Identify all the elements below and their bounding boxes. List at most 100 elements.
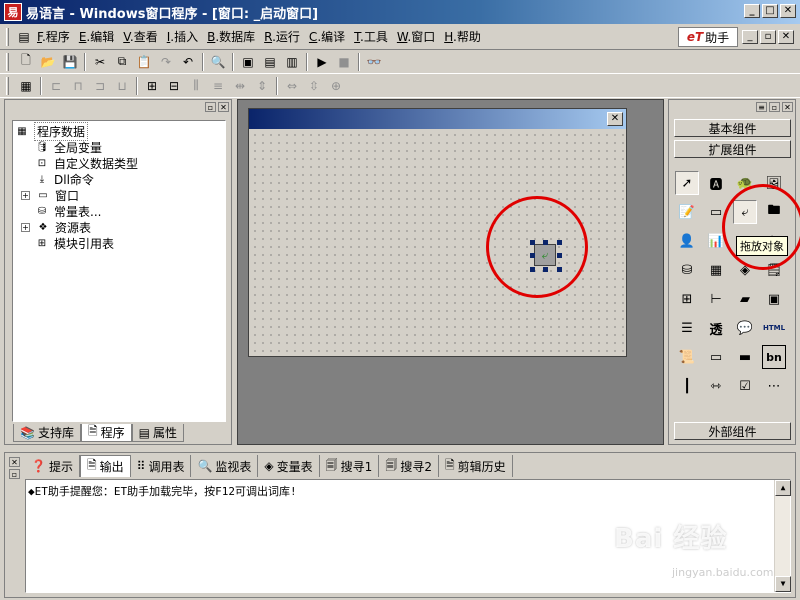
palette-close-icon[interactable]: ✕	[782, 102, 793, 112]
align-bottom-icon[interactable]: ⊔	[111, 76, 133, 96]
center-vertical-icon[interactable]: ⊟	[163, 76, 185, 96]
vertical-scrollbar[interactable]: ▲ ▼	[774, 480, 791, 592]
tree-root[interactable]: ▦ 程序数据	[15, 121, 225, 141]
speech-bubble-icon[interactable]: 💬	[733, 316, 757, 340]
tab-variables[interactable]: ◈ 变量表	[258, 455, 320, 477]
resize-height-icon[interactable]: ⇳	[303, 76, 325, 96]
paste-icon[interactable]: 📋	[133, 52, 155, 72]
tree-item[interactable]: ⤓ Dll命令	[15, 171, 225, 187]
form-title-bar[interactable]: ✕	[249, 109, 626, 129]
tree-item[interactable]: 🛢 全局变量	[15, 139, 225, 155]
database-link-icon[interactable]: ⛁	[675, 258, 699, 282]
menu-item[interactable]: I.插入	[163, 28, 202, 45]
transparent-label-icon[interactable]: 透	[704, 316, 728, 340]
panel-close-icon[interactable]: ✕	[218, 102, 229, 112]
status-icon[interactable]: ▬	[733, 345, 757, 369]
resize-width-icon[interactable]: ⇔	[281, 76, 303, 96]
menu-item[interactable]: V.查看	[119, 28, 162, 45]
label-icon[interactable]: 🅰	[704, 171, 728, 195]
form-icon[interactable]: ▦	[15, 76, 37, 96]
save-icon[interactable]: 💾	[59, 52, 81, 72]
mdi-restore-button[interactable]: ▫	[760, 30, 776, 44]
menubar-grip[interactable]	[6, 27, 9, 46]
undo-icon[interactable]: ↶	[177, 52, 199, 72]
tab-call-table[interactable]: ⠿ 调用表	[131, 455, 192, 477]
tab-program[interactable]: 🗎 程序	[80, 424, 132, 442]
open-folder-icon[interactable]: 📂	[37, 52, 59, 72]
space-vertical-icon[interactable]: ≡	[207, 76, 229, 96]
find-icon[interactable]: 🔍	[207, 52, 229, 72]
mdi-minimize-button[interactable]: _	[742, 30, 758, 44]
output-close-icon[interactable]: ✕	[9, 457, 20, 467]
expand-icon[interactable]: +	[21, 222, 30, 232]
layout-split-icon[interactable]: ▤	[259, 52, 281, 72]
picture-frame-icon[interactable]: ▣	[762, 287, 786, 311]
tab-watch[interactable]: 🔍 监视表	[191, 455, 259, 477]
mdi-close-button[interactable]: ✕	[778, 30, 794, 44]
menu-item[interactable]: E.编辑	[75, 28, 118, 45]
grid-icon[interactable]: ▦	[704, 258, 728, 282]
center-horizontal-icon[interactable]: ⊞	[141, 76, 163, 96]
run-icon[interactable]: ▶	[311, 52, 333, 72]
scroll-icon[interactable]: 📜	[675, 345, 699, 369]
form-close-button[interactable]: ✕	[607, 112, 623, 126]
slider-icon[interactable]: ┃	[675, 374, 699, 398]
menu-item[interactable]: C.编译	[305, 28, 349, 45]
resize-both-icon[interactable]: ⊕	[325, 76, 347, 96]
menu-item[interactable]: F.程序	[33, 28, 74, 45]
layout-window-icon[interactable]: ▣	[237, 52, 259, 72]
scroll-down-icon[interactable]: ▼	[775, 576, 791, 592]
layout-columns-icon[interactable]: ▥	[281, 52, 303, 72]
bn-icon[interactable]: bn	[762, 345, 786, 369]
panel-pin-icon[interactable]: ▫	[205, 102, 216, 112]
align-right-icon[interactable]: ⊐	[89, 76, 111, 96]
same-height-icon[interactable]: ⇕	[251, 76, 273, 96]
palette-pin-icon[interactable]: ▫	[769, 102, 780, 112]
menu-item[interactable]: H.帮助	[440, 28, 485, 45]
tree-item[interactable]: + ❖ 资源表	[15, 219, 225, 235]
more-icon[interactable]: ⋯	[762, 374, 786, 398]
maximize-button[interactable]: □	[762, 4, 778, 18]
html-icon[interactable]: HTML	[762, 316, 786, 340]
same-width-icon[interactable]: ⇹	[229, 76, 251, 96]
new-file-icon[interactable]: 🗋	[15, 52, 37, 72]
tab-search1[interactable]: 🗐 搜寻1	[320, 455, 380, 477]
extended-components-button[interactable]: 扩展组件	[674, 140, 791, 158]
menu-item[interactable]: W.窗口	[393, 28, 439, 45]
menu-item[interactable]: R.运行	[260, 28, 304, 45]
mdi-app-icon[interactable]: ▤	[15, 27, 33, 47]
et-helper-button[interactable]: eT 助手	[678, 27, 738, 47]
window-icon[interactable]: ▭	[704, 345, 728, 369]
progress-icon[interactable]: ▰	[733, 287, 757, 311]
tab-clip-history[interactable]: 🗎 剪辑历史	[439, 455, 513, 477]
table-icon[interactable]: ⊞	[675, 287, 699, 311]
tree-item[interactable]: ⛁ 常量表...	[15, 203, 225, 219]
pointer-icon[interactable]: ➚	[675, 171, 699, 195]
close-button[interactable]: ✕	[780, 4, 796, 18]
menu-item[interactable]: T.工具	[350, 28, 392, 45]
output-pin-icon[interactable]: ▫	[9, 469, 20, 479]
tree-view-icon[interactable]: ⊢	[704, 287, 728, 311]
tab-properties[interactable]: ▤ 属性	[131, 424, 184, 442]
copy-icon[interactable]: ⧉	[111, 52, 133, 72]
align-top-icon[interactable]: ⊓	[67, 76, 89, 96]
scroll-up-icon[interactable]: ▲	[775, 480, 791, 496]
binoculars-icon[interactable]: 👓	[363, 52, 385, 72]
align-left-icon[interactable]: ⊏	[45, 76, 67, 96]
splitter-icon[interactable]: ⇿	[704, 374, 728, 398]
list-icon[interactable]: ☰	[675, 316, 699, 340]
tab-output[interactable]: 🗎 输出	[79, 455, 131, 477]
user-icon[interactable]: 👤	[675, 229, 699, 253]
edit-box-icon[interactable]: 📝	[675, 200, 699, 224]
tree-item[interactable]: ⊞ 模块引用表	[15, 235, 225, 251]
cut-icon[interactable]: ✂	[89, 52, 111, 72]
space-horizontal-icon[interactable]: ⫼	[185, 76, 207, 96]
tree-item[interactable]: + ▭ 窗口	[15, 187, 225, 203]
menu-item[interactable]: B.数据库	[203, 28, 259, 45]
external-components-button[interactable]: 外部组件	[674, 422, 791, 440]
stop-icon[interactable]: ■	[333, 52, 355, 72]
redo-icon[interactable]: ↷	[155, 52, 177, 72]
tab-search2[interactable]: 🗐 搜寻2	[379, 455, 439, 477]
tree-item[interactable]: ⊡ 自定义数据类型	[15, 155, 225, 171]
expand-icon[interactable]: +	[21, 190, 30, 200]
